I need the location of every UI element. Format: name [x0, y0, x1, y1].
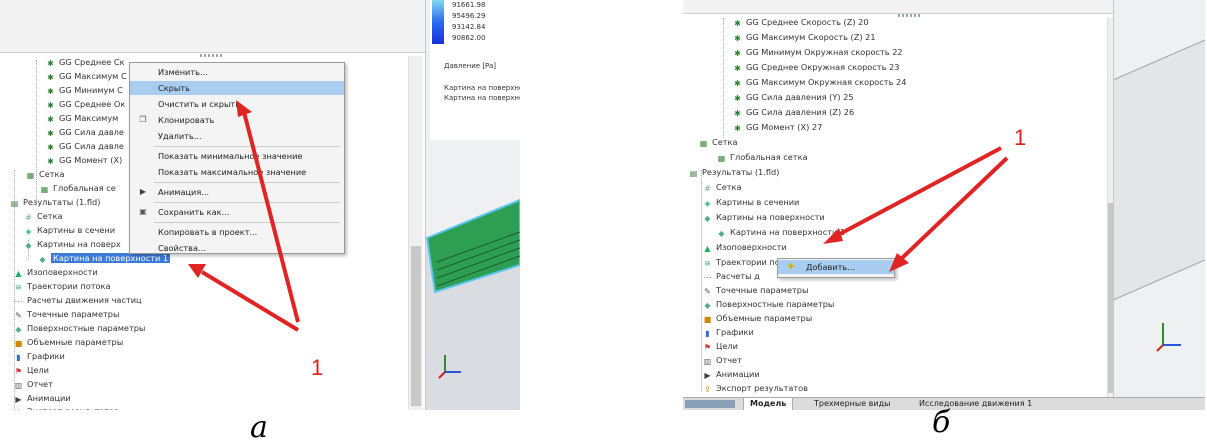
annotation-arrows [188, 100, 300, 332]
caption-a: а [250, 410, 268, 445]
annotation-arrows [823, 146, 1009, 272]
caption-b: б [932, 405, 951, 440]
annotation-number: 1 [311, 355, 324, 380]
annotation-number: 1 [1014, 125, 1027, 150]
panel-b: ✱ GG Среднее Скорость (Z) 20 ✱ GG Максимум … [683, 0, 1205, 410]
panel-a: 91661.98 95496.29 93142.84 90862.00 Давл… [0, 0, 520, 410]
